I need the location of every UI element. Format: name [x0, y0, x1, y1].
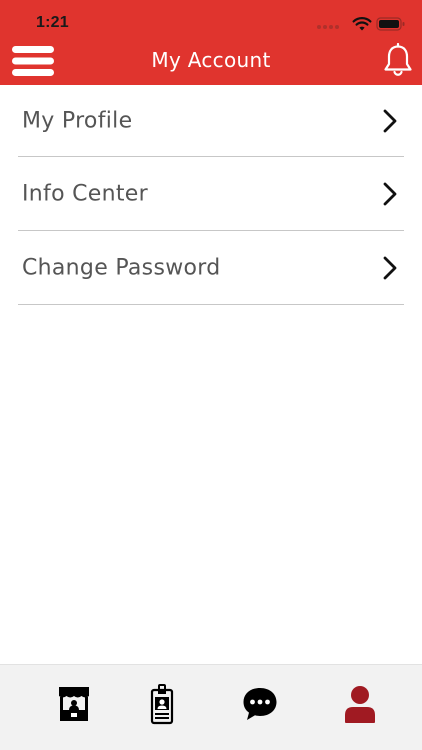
tab-id-badge[interactable]: [140, 683, 184, 727]
menu-item-label: Change Password: [22, 255, 221, 280]
page-title: My Account: [151, 48, 271, 72]
user-icon: [345, 686, 375, 723]
store-icon: [59, 687, 89, 721]
chevron-right-icon: [383, 109, 397, 132]
chat-icon: [243, 688, 277, 720]
menu-item-label: My Profile: [22, 108, 133, 133]
menu-item-label: Info Center: [22, 181, 148, 206]
account-menu-list: My Profile Info Center Change Password: [0, 85, 422, 305]
menu-item-my-profile[interactable]: My Profile: [18, 85, 404, 157]
status-time: 1:21: [36, 14, 69, 31]
app-header: 1:21 My Account: [0, 0, 422, 85]
tab-account[interactable]: [338, 683, 382, 727]
menu-item-change-password[interactable]: Change Password: [18, 231, 404, 305]
menu-item-info-center[interactable]: Info Center: [18, 157, 404, 231]
bottom-tab-bar: [0, 664, 422, 750]
nav-bar: My Account: [0, 40, 422, 85]
id-badge-icon: [150, 684, 174, 725]
tab-chat[interactable]: [238, 683, 282, 727]
status-icons: [316, 16, 406, 32]
chevron-right-icon: [383, 256, 397, 279]
tab-store[interactable]: [52, 683, 96, 727]
bell-icon[interactable]: [382, 43, 414, 79]
status-bar: 1:21: [0, 0, 422, 44]
chevron-right-icon: [383, 182, 397, 205]
battery-icon: [376, 17, 405, 31]
wifi-icon: [352, 17, 372, 31]
signal-icon: [317, 25, 339, 29]
